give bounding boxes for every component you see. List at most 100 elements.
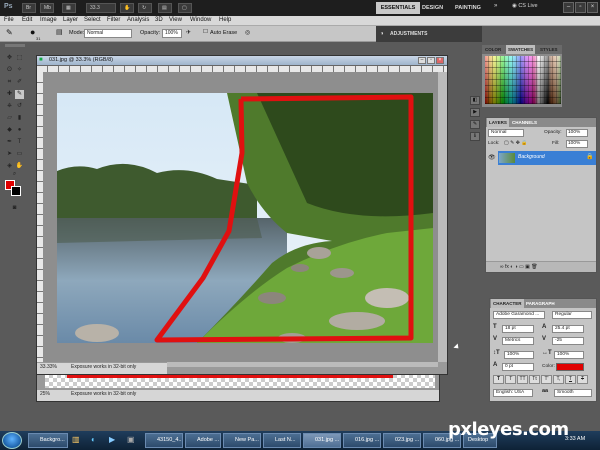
font-family-dropdown[interactable]: Adobe Garamond ... [493, 311, 545, 319]
vertical-scale-input[interactable]: 100% [504, 351, 534, 359]
superscript-button[interactable]: T' [541, 375, 552, 384]
active-document-window[interactable]: ■ 031.jpg @ 33.3% (RGB/8) – ▫ × 33.33% Exp… [36, 55, 448, 375]
text-color-swatch[interactable] [556, 363, 584, 371]
taskbar-item[interactable]: Adobe ... [185, 433, 221, 448]
workspace-design[interactable]: DESIGN [422, 2, 443, 14]
menu-edit[interactable]: Edit [22, 17, 32, 23]
workspace-essentials[interactable]: ESSENTIALS [376, 2, 420, 14]
start-button[interactable] [2, 432, 22, 449]
workspace-painting[interactable]: PAINTING [455, 2, 481, 14]
quick-select-tool-icon[interactable]: ✧ [15, 66, 24, 75]
doc-close-button[interactable]: × [436, 57, 444, 64]
taskbar-item[interactable]: 031.jpg ... [303, 433, 341, 448]
lasso-tool-icon[interactable]: ʘ [5, 66, 14, 75]
crop-tool-icon[interactable]: ⌗ [5, 78, 14, 87]
menu-analysis[interactable]: Analysis [127, 17, 149, 23]
mini-bridge-icon[interactable]: Mb [40, 3, 54, 13]
menu-help[interactable]: Help [219, 17, 231, 23]
kerning-dropdown[interactable]: Metrics [502, 337, 534, 345]
menu-select[interactable]: Select [84, 17, 101, 23]
arrange-documents-icon[interactable]: ▤ [158, 3, 172, 13]
tab-layers[interactable]: LAYERS [487, 118, 509, 127]
tab-paragraph[interactable]: PARAGRAPH [524, 299, 557, 308]
quick-mask-icon[interactable]: ◙ [10, 204, 19, 213]
eraser-tool-icon[interactable]: ▱ [5, 114, 14, 123]
subscript-button[interactable]: T, [553, 375, 564, 384]
more-workspaces-button[interactable]: » [494, 3, 497, 9]
menu-view[interactable]: View [169, 17, 182, 23]
history-brush-icon[interactable]: ↺ [15, 102, 24, 111]
taskbar-media-icon[interactable]: ▶ [109, 435, 115, 444]
layers-footer-icons[interactable]: ∞ fx ◐ ◑ ▭ ▣ 🗑 [486, 261, 596, 272]
history-panel-icon[interactable]: ◧ [470, 96, 480, 105]
brushes-panel-icon[interactable]: ✎ [470, 120, 480, 129]
minimize-button[interactable]: – [563, 2, 574, 13]
taskbar-item[interactable]: Backgro... [28, 433, 68, 448]
eye-icon[interactable]: 👁 [488, 154, 496, 161]
background-color-swatch[interactable] [11, 186, 21, 196]
vertical-scrollbar[interactable] [438, 72, 447, 362]
horizontal-scale-input[interactable]: 100% [554, 351, 584, 359]
brush-preview-icon[interactable]: ● [30, 27, 35, 37]
opacity-input[interactable]: 100% [162, 29, 182, 38]
brush-tool-icon[interactable]: ✎ [15, 90, 24, 99]
move-tool-icon[interactable]: ✥ [5, 54, 14, 63]
small-caps-button[interactable]: Tt [529, 375, 540, 384]
eyedropper-tool-icon[interactable]: ✐ [15, 78, 24, 87]
zoom-level-dropdown[interactable]: 33.3 [86, 3, 116, 13]
faux-bold-button[interactable]: T [493, 375, 504, 384]
taskbar-item[interactable]: 43150_4... [145, 433, 183, 448]
menu-file[interactable]: File [4, 17, 14, 23]
taskbar-item[interactable]: 023.jpg ... [383, 433, 421, 448]
taskbar-item[interactable]: New Pa... [223, 433, 261, 448]
actions-panel-icon[interactable]: ▶ [470, 108, 480, 117]
baseline-shift-input[interactable]: 0 pt [502, 363, 534, 371]
gradient-tool-icon[interactable]: ▮ [15, 114, 24, 123]
mode-dropdown[interactable]: Normal [84, 29, 132, 38]
pressure-icon[interactable]: ◎ [245, 29, 250, 36]
screen-mode-icon[interactable]: ▢ [178, 3, 192, 13]
marquee-tool-icon[interactable]: ⬚ [15, 54, 24, 63]
leading-input[interactable]: 25.4 pt [552, 325, 584, 333]
auto-erase-checkbox[interactable]: ☐ [203, 29, 208, 35]
toolbox-grip[interactable] [5, 44, 25, 47]
language-dropdown[interactable]: English: USA [493, 389, 533, 397]
underline-button[interactable]: T [565, 375, 576, 384]
restore-button[interactable]: ▫ [575, 2, 586, 13]
photo-canvas[interactable] [57, 93, 433, 343]
dodge-tool-icon[interactable]: ● [15, 126, 24, 135]
taskbar-browser-icon[interactable]: ◐ [91, 435, 96, 444]
font-size-input[interactable]: 18 pt [502, 325, 534, 333]
doc-restore-button[interactable]: ▫ [427, 57, 435, 64]
blend-mode-dropdown[interactable]: Normal [488, 129, 524, 137]
shape-tool-icon[interactable]: ▭ [15, 150, 24, 159]
fill-input[interactable]: 100% [566, 140, 588, 148]
bg-zoom-value[interactable]: 25% [40, 391, 50, 397]
layer-row-background[interactable]: Background 🔒 [498, 151, 596, 165]
taskbar-item[interactable]: Last N... [263, 433, 301, 448]
menu-filter[interactable]: Filter [107, 17, 120, 23]
tab-swatches[interactable]: SWATCHES [506, 45, 536, 54]
brush-panel-icon[interactable]: ▤ [56, 28, 63, 36]
cs-live-button[interactable]: ◉ CS Live [512, 3, 538, 9]
guides-icon[interactable]: ▦ [62, 3, 76, 13]
tab-color[interactable]: COLOR [483, 45, 503, 54]
type-tool-icon[interactable]: T [15, 138, 24, 147]
tab-channels[interactable]: CHANNELS [510, 118, 539, 127]
strikethrough-button[interactable]: T [577, 375, 588, 384]
hand-tool-icon[interactable]: ✋ [120, 3, 134, 13]
bridge-icon[interactable]: Br [22, 3, 36, 13]
menu-3d[interactable]: 3D [155, 17, 163, 23]
blur-tool-icon[interactable]: ◆ [5, 126, 14, 135]
rotate-view-icon[interactable]: ↻ [138, 3, 152, 13]
faux-italic-button[interactable]: T [505, 375, 516, 384]
path-select-icon[interactable]: ➤ [5, 150, 14, 159]
menu-layer[interactable]: Layer [63, 17, 78, 23]
all-caps-button[interactable]: TT [517, 375, 528, 384]
taskbar-app-icon[interactable]: ▣ [127, 435, 135, 444]
taskbar-explorer-icon[interactable]: ▥ [72, 435, 80, 444]
zoom-value[interactable]: 33.33% [40, 364, 57, 370]
doc-minimize-button[interactable]: – [418, 57, 426, 64]
healing-brush-icon[interactable]: ✚ [5, 90, 14, 99]
close-button[interactable]: × [587, 2, 598, 13]
